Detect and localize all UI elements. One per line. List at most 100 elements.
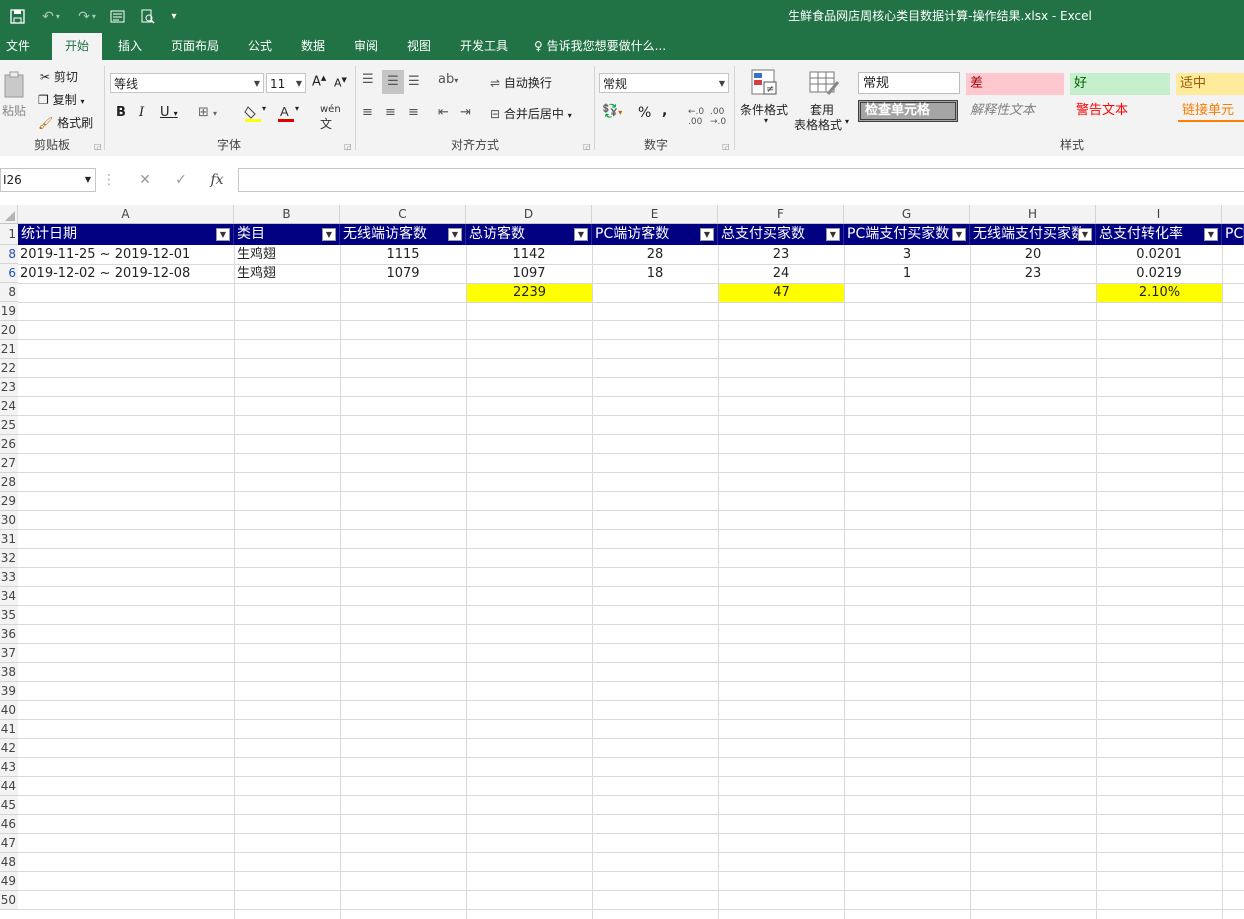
filter-dropdown-icon[interactable]: ▼ [826, 228, 840, 241]
orientation-icon[interactable]: ab▾ [438, 72, 458, 87]
row-header[interactable]: 22 [0, 359, 18, 378]
table-header-cell[interactable]: 总支付转化率 ▼ [1096, 224, 1222, 245]
table-cell[interactable]: 生鸡翅 [237, 264, 340, 283]
table-cell[interactable]: 1097 [466, 264, 592, 283]
table-header-cell[interactable]: PC [1222, 224, 1244, 245]
row-header[interactable]: 27 [0, 454, 18, 473]
alignment-launcher-icon[interactable]: ◲ [583, 142, 591, 151]
align-center-icon[interactable]: ≡ [385, 105, 396, 120]
table-header-cell[interactable]: 类目 ▼ [234, 224, 340, 245]
fill-color-icon[interactable]: ▾ [244, 104, 266, 125]
table-cell[interactable]: 0.0219 [1096, 264, 1222, 283]
style-check-cell[interactable]: 检查单元格 [858, 100, 958, 122]
table-cell[interactable]: 1115 [340, 245, 466, 264]
column-header-f[interactable]: F [718, 205, 844, 223]
row-header[interactable]: 46 [0, 815, 18, 834]
filter-dropdown-icon[interactable]: ▼ [448, 228, 462, 241]
merge-center-button[interactable]: ⊟ 合并后居中 ▾ [490, 105, 572, 122]
copy-button[interactable]: ❐ 复制 ▾ [38, 91, 84, 108]
undo-icon[interactable]: ↶ ▾ [36, 0, 66, 33]
row-header[interactable]: 1 [0, 224, 18, 245]
row-header[interactable]: 33 [0, 568, 18, 587]
filter-dropdown-icon[interactable]: ▼ [1078, 228, 1092, 241]
align-top-icon[interactable]: ☰ [362, 72, 374, 87]
align-left-icon[interactable]: ≡ [362, 105, 373, 120]
tab-review[interactable]: 审阅 [344, 33, 388, 60]
tab-page-layout[interactable]: 页面布局 [162, 33, 228, 60]
table-cell[interactable]: 23 [718, 245, 844, 264]
redo-icon[interactable]: ↷ ▾ [72, 0, 102, 33]
total-visitors-cell[interactable]: 2239 [467, 284, 592, 302]
column-header-i[interactable]: I [1096, 205, 1222, 223]
row-header[interactable]: 37 [0, 644, 18, 663]
decrease-font-icon[interactable]: A▼ [334, 76, 347, 90]
filter-dropdown-icon[interactable]: ▼ [1204, 228, 1218, 241]
number-launcher-icon[interactable]: ◲ [722, 142, 730, 151]
table-cell[interactable]: 24 [718, 264, 844, 283]
table-cell[interactable]: 2019-11-25 ~ 2019-12-01 [20, 245, 234, 264]
style-linked-cell[interactable]: 链接单元格 [1178, 100, 1244, 122]
increase-decimal-icon[interactable]: ←.0.00 [688, 107, 704, 127]
table-cell[interactable]: 1079 [340, 264, 466, 283]
clipboard-launcher-icon[interactable]: ◲ [94, 142, 102, 151]
cut-button[interactable]: ✂ 剪切 [40, 68, 78, 85]
decrease-indent-icon[interactable]: ⇤ [438, 105, 449, 120]
wrap-text-button[interactable]: ⇌ 自动换行 [490, 74, 552, 91]
font-name-select[interactable]: 等线 ▼ [110, 73, 264, 93]
cancel-icon[interactable]: ✕ [130, 168, 160, 192]
filter-dropdown-icon[interactable]: ▼ [700, 228, 714, 241]
table-cell[interactable]: 1142 [466, 245, 592, 264]
row-header[interactable]: 50 [0, 891, 18, 910]
row-header[interactable]: 42 [0, 739, 18, 758]
row-header[interactable]: 23 [0, 378, 18, 397]
column-header-c[interactable]: C [340, 205, 466, 223]
style-normal[interactable]: 常规 [858, 72, 960, 94]
increase-indent-icon[interactable]: ⇥ [460, 105, 471, 120]
formula-input[interactable] [238, 168, 1244, 192]
tab-file[interactable]: 文件 [0, 33, 36, 60]
table-header-cell[interactable]: 总访客数 ▼ [466, 224, 592, 245]
row-header[interactable]: 34 [0, 587, 18, 606]
customize-qat-icon[interactable]: ▾ [166, 0, 182, 33]
column-header-g[interactable]: G [844, 205, 970, 223]
phonetic-icon[interactable]: wén 文 [320, 104, 341, 132]
tab-data[interactable]: 数据 [291, 33, 335, 60]
table-cell[interactable]: 20 [970, 245, 1096, 264]
table-format-label-2[interactable]: 表格格式 [794, 116, 842, 133]
currency-icon[interactable]: 💱▾ [602, 104, 622, 119]
column-header-j[interactable] [1222, 205, 1244, 223]
row-header[interactable]: 49 [0, 872, 18, 891]
table-header-cell[interactable]: PC端支付买家数 ▼ [844, 224, 970, 245]
filter-dropdown-icon[interactable]: ▼ [952, 228, 966, 241]
row-header[interactable]: 29 [0, 492, 18, 511]
row-header[interactable]: 41 [0, 720, 18, 739]
style-explanatory[interactable]: 解释性文本 [966, 100, 1064, 122]
borders-icon[interactable]: ⊞ ▾ [198, 105, 217, 120]
filter-active-icon[interactable]: ▼ [322, 228, 336, 241]
tab-developer[interactable]: 开发工具 [452, 33, 516, 60]
row-header[interactable]: 8 [0, 283, 18, 302]
row-header[interactable]: 30 [0, 511, 18, 530]
underline-button[interactable]: U ▾ [160, 105, 178, 120]
table-format-icon[interactable] [808, 68, 840, 101]
row-header[interactable]: 36 [0, 625, 18, 644]
table-cell[interactable]: 1 [844, 264, 970, 283]
table-cell[interactable]: 28 [592, 245, 718, 264]
row-header[interactable]: 38 [0, 663, 18, 682]
column-header-h[interactable]: H [970, 205, 1096, 223]
select-all-corner[interactable] [0, 205, 18, 223]
row-header[interactable]: 31 [0, 530, 18, 549]
table-cell[interactable]: 3 [844, 245, 970, 264]
row-header[interactable]: 43 [0, 758, 18, 777]
column-header-b[interactable]: B [234, 205, 340, 223]
tab-home[interactable]: 开始 [52, 33, 102, 60]
row-header[interactable]: 19 [0, 302, 18, 321]
align-middle-icon[interactable]: ☰ [382, 70, 404, 94]
tell-me-box[interactable]: ♀ 告诉我您想要做什么... [534, 33, 684, 60]
increase-font-icon[interactable]: A▲ [312, 74, 326, 89]
align-right-icon[interactable]: ≡ [408, 105, 419, 120]
font-launcher-icon[interactable]: ◲ [344, 142, 352, 151]
table-header-cell[interactable]: 无线端支付买家数 ▼ [970, 224, 1096, 245]
table-cell[interactable]: 18 [592, 264, 718, 283]
paste-button[interactable]: 粘贴 [2, 102, 26, 119]
